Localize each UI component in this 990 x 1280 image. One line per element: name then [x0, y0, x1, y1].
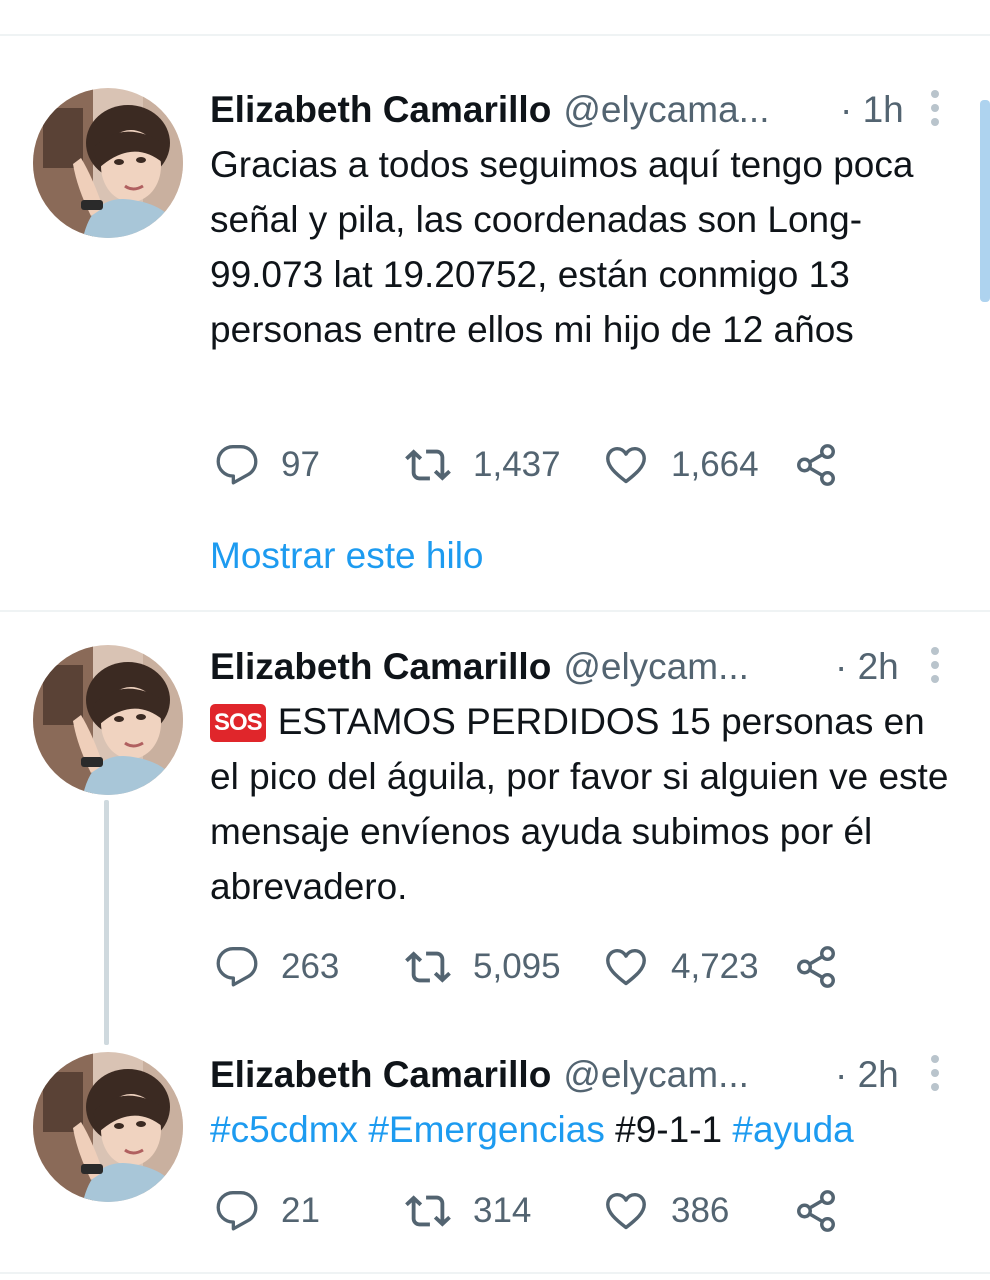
like-count: 4,723 — [671, 947, 759, 986]
hashtag-text: #9-1-1 — [615, 1109, 723, 1150]
reply-button[interactable]: 21 — [215, 1186, 320, 1236]
retweet-button[interactable]: 314 — [405, 1186, 531, 1236]
more-vertical-icon[interactable] — [930, 1055, 940, 1091]
share-icon — [793, 1188, 839, 1234]
show-thread-link[interactable]: Mostrar este hilo — [210, 535, 484, 577]
tweet-actions: 263 5,095 4,723 — [215, 942, 915, 992]
sos-emoji-icon: SOS — [210, 704, 266, 742]
retweet-button[interactable]: 1,437 — [405, 440, 561, 490]
hashtag-link[interactable]: #c5cdmx — [210, 1109, 358, 1150]
reply-button[interactable]: 97 — [215, 440, 320, 490]
avatar[interactable] — [33, 88, 183, 238]
scrollbar-thumb[interactable] — [980, 100, 990, 302]
hashtag-link[interactable]: #ayuda — [732, 1109, 853, 1150]
tweet-time[interactable]: · 2h — [835, 1053, 899, 1097]
reply-count: 263 — [281, 947, 340, 986]
tweet-time[interactable]: · 2h — [835, 645, 899, 689]
author-name[interactable]: Elizabeth Camarillo — [210, 1053, 551, 1097]
reply-icon — [215, 1189, 259, 1233]
bottom-divider — [0, 1272, 990, 1274]
author-name[interactable]: Elizabeth Camarillo — [210, 88, 551, 132]
hashtag-link[interactable]: #Emergencias — [368, 1109, 605, 1150]
share-icon — [793, 442, 839, 488]
retweet-count: 5,095 — [473, 947, 561, 986]
author-handle[interactable]: @elycam... — [563, 1053, 749, 1097]
tweet-header: Elizabeth Camarillo @elycama... — [210, 88, 950, 132]
tweet-text: SOS ESTAMOS PERDIDOS 15 personas en el pi… — [210, 694, 950, 914]
more-vertical-icon[interactable] — [930, 90, 940, 126]
like-button[interactable]: 4,723 — [603, 942, 759, 992]
heart-icon — [603, 944, 649, 990]
tweet-time[interactable]: · 1h — [840, 88, 904, 132]
heart-icon — [603, 1188, 649, 1234]
more-vertical-icon[interactable] — [930, 647, 940, 683]
retweet-icon — [405, 1188, 451, 1234]
tweet-text: Gracias a todos seguimos aquí tengo poca… — [210, 144, 914, 350]
tweet-text: #c5cdmx #Emergencias #9-1-1 #ayuda — [210, 1102, 950, 1157]
reply-button[interactable]: 263 — [215, 942, 339, 992]
like-count: 1,664 — [671, 445, 759, 484]
tweet-divider — [0, 610, 990, 612]
author-name[interactable]: Elizabeth Camarillo — [210, 645, 551, 689]
heart-icon — [603, 442, 649, 488]
avatar[interactable] — [33, 1052, 183, 1202]
share-button[interactable] — [793, 942, 839, 992]
retweet-count: 314 — [473, 1191, 532, 1230]
tweet-text-body: ESTAMOS PERDIDOS 15 personas en el pico … — [210, 701, 949, 907]
thread-connector — [104, 800, 109, 1045]
like-button[interactable]: 1,664 — [603, 440, 759, 490]
share-icon — [793, 944, 839, 990]
reply-count: 97 — [281, 445, 320, 484]
reply-icon — [215, 945, 259, 989]
like-button[interactable]: 386 — [603, 1186, 729, 1236]
retweet-count: 1,437 — [473, 445, 561, 484]
avatar[interactable] — [33, 645, 183, 795]
like-count: 386 — [671, 1191, 730, 1230]
retweet-icon — [405, 944, 451, 990]
author-handle[interactable]: @elycam... — [563, 645, 749, 689]
top-divider — [0, 34, 990, 36]
retweet-button[interactable]: 5,095 — [405, 942, 561, 992]
tweet-actions: 97 1,437 1,664 — [215, 440, 915, 490]
share-button[interactable] — [793, 440, 839, 490]
retweet-icon — [405, 442, 451, 488]
reply-icon — [215, 443, 259, 487]
reply-count: 21 — [281, 1191, 320, 1230]
tweet-actions: 21 314 386 — [215, 1186, 915, 1236]
share-button[interactable] — [793, 1186, 839, 1236]
author-handle[interactable]: @elycama... — [563, 88, 769, 132]
